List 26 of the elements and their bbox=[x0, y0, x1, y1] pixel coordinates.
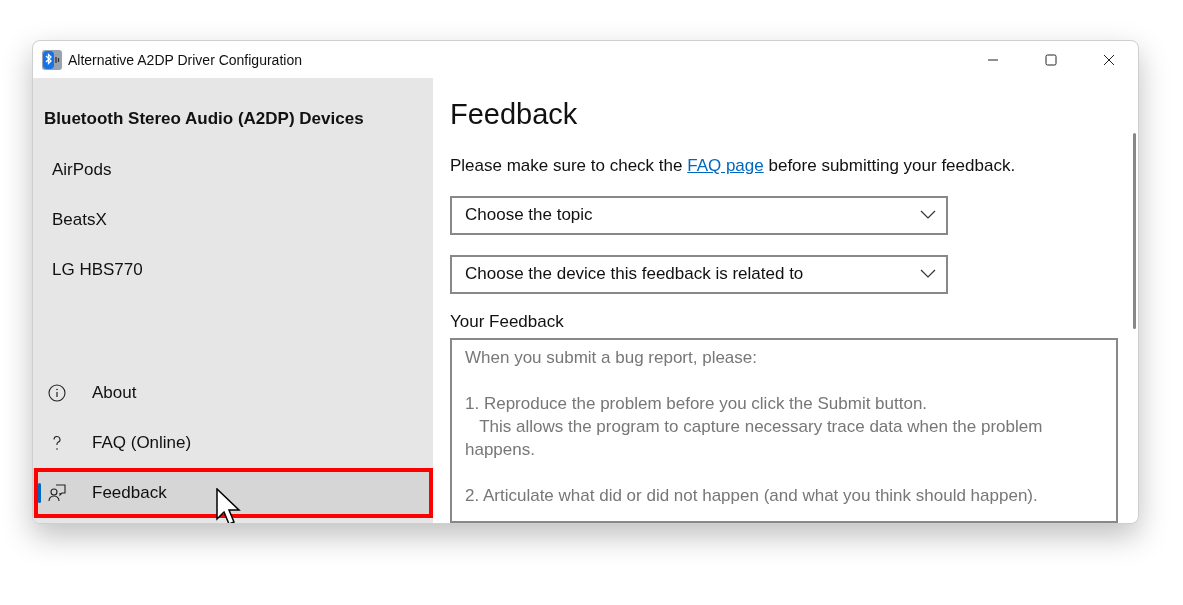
feedback-label: Your Feedback bbox=[450, 311, 565, 332]
nav-label: Feedback bbox=[92, 483, 167, 503]
nav-label: FAQ (Online) bbox=[92, 433, 192, 453]
nav-item[interactable]: About bbox=[33, 368, 433, 418]
chevron-down-icon bbox=[920, 210, 936, 221]
bluetooth-speaker-icon bbox=[42, 49, 62, 70]
window-title: Alternative A2DP Driver Configuration bbox=[68, 51, 302, 68]
sidebar-heading: Bluetooth Stereo Audio (A2DP) Devices bbox=[43, 108, 365, 130]
device-item[interactable]: LG HBS770 bbox=[33, 245, 433, 295]
faq-link[interactable]: FAQ page bbox=[687, 155, 764, 175]
info-icon bbox=[48, 384, 66, 402]
page-title: Feedback bbox=[450, 98, 579, 132]
intro-text: Please make sure to check the FAQ page before submitting your feedback. bbox=[450, 155, 1017, 176]
close-icon bbox=[1103, 53, 1115, 66]
scrollbar[interactable] bbox=[1133, 133, 1136, 329]
chevron-down-icon bbox=[920, 269, 936, 280]
person-speech-icon bbox=[48, 484, 66, 502]
maximize-icon bbox=[1045, 53, 1057, 66]
dropdown[interactable]: Choose the device this feedback is related to bbox=[450, 254, 948, 294]
nav-label: About bbox=[92, 383, 137, 403]
device-item[interactable]: AirPods bbox=[33, 145, 433, 195]
selection-indicator bbox=[38, 483, 41, 503]
dropdown[interactable]: Choose the topic bbox=[450, 195, 948, 235]
nav-item[interactable]: FAQ (Online) bbox=[33, 418, 433, 468]
device-item[interactable]: BeatsX bbox=[33, 195, 433, 245]
feedback-field[interactable]: When you submit a bug report, please: 1. Reproduce the problem before you click the Submit button. This allows the program to capture necessary trace data when the problem happens. 2. Articulate what did or did not happen (and what you think should happen). bbox=[450, 337, 1118, 523]
